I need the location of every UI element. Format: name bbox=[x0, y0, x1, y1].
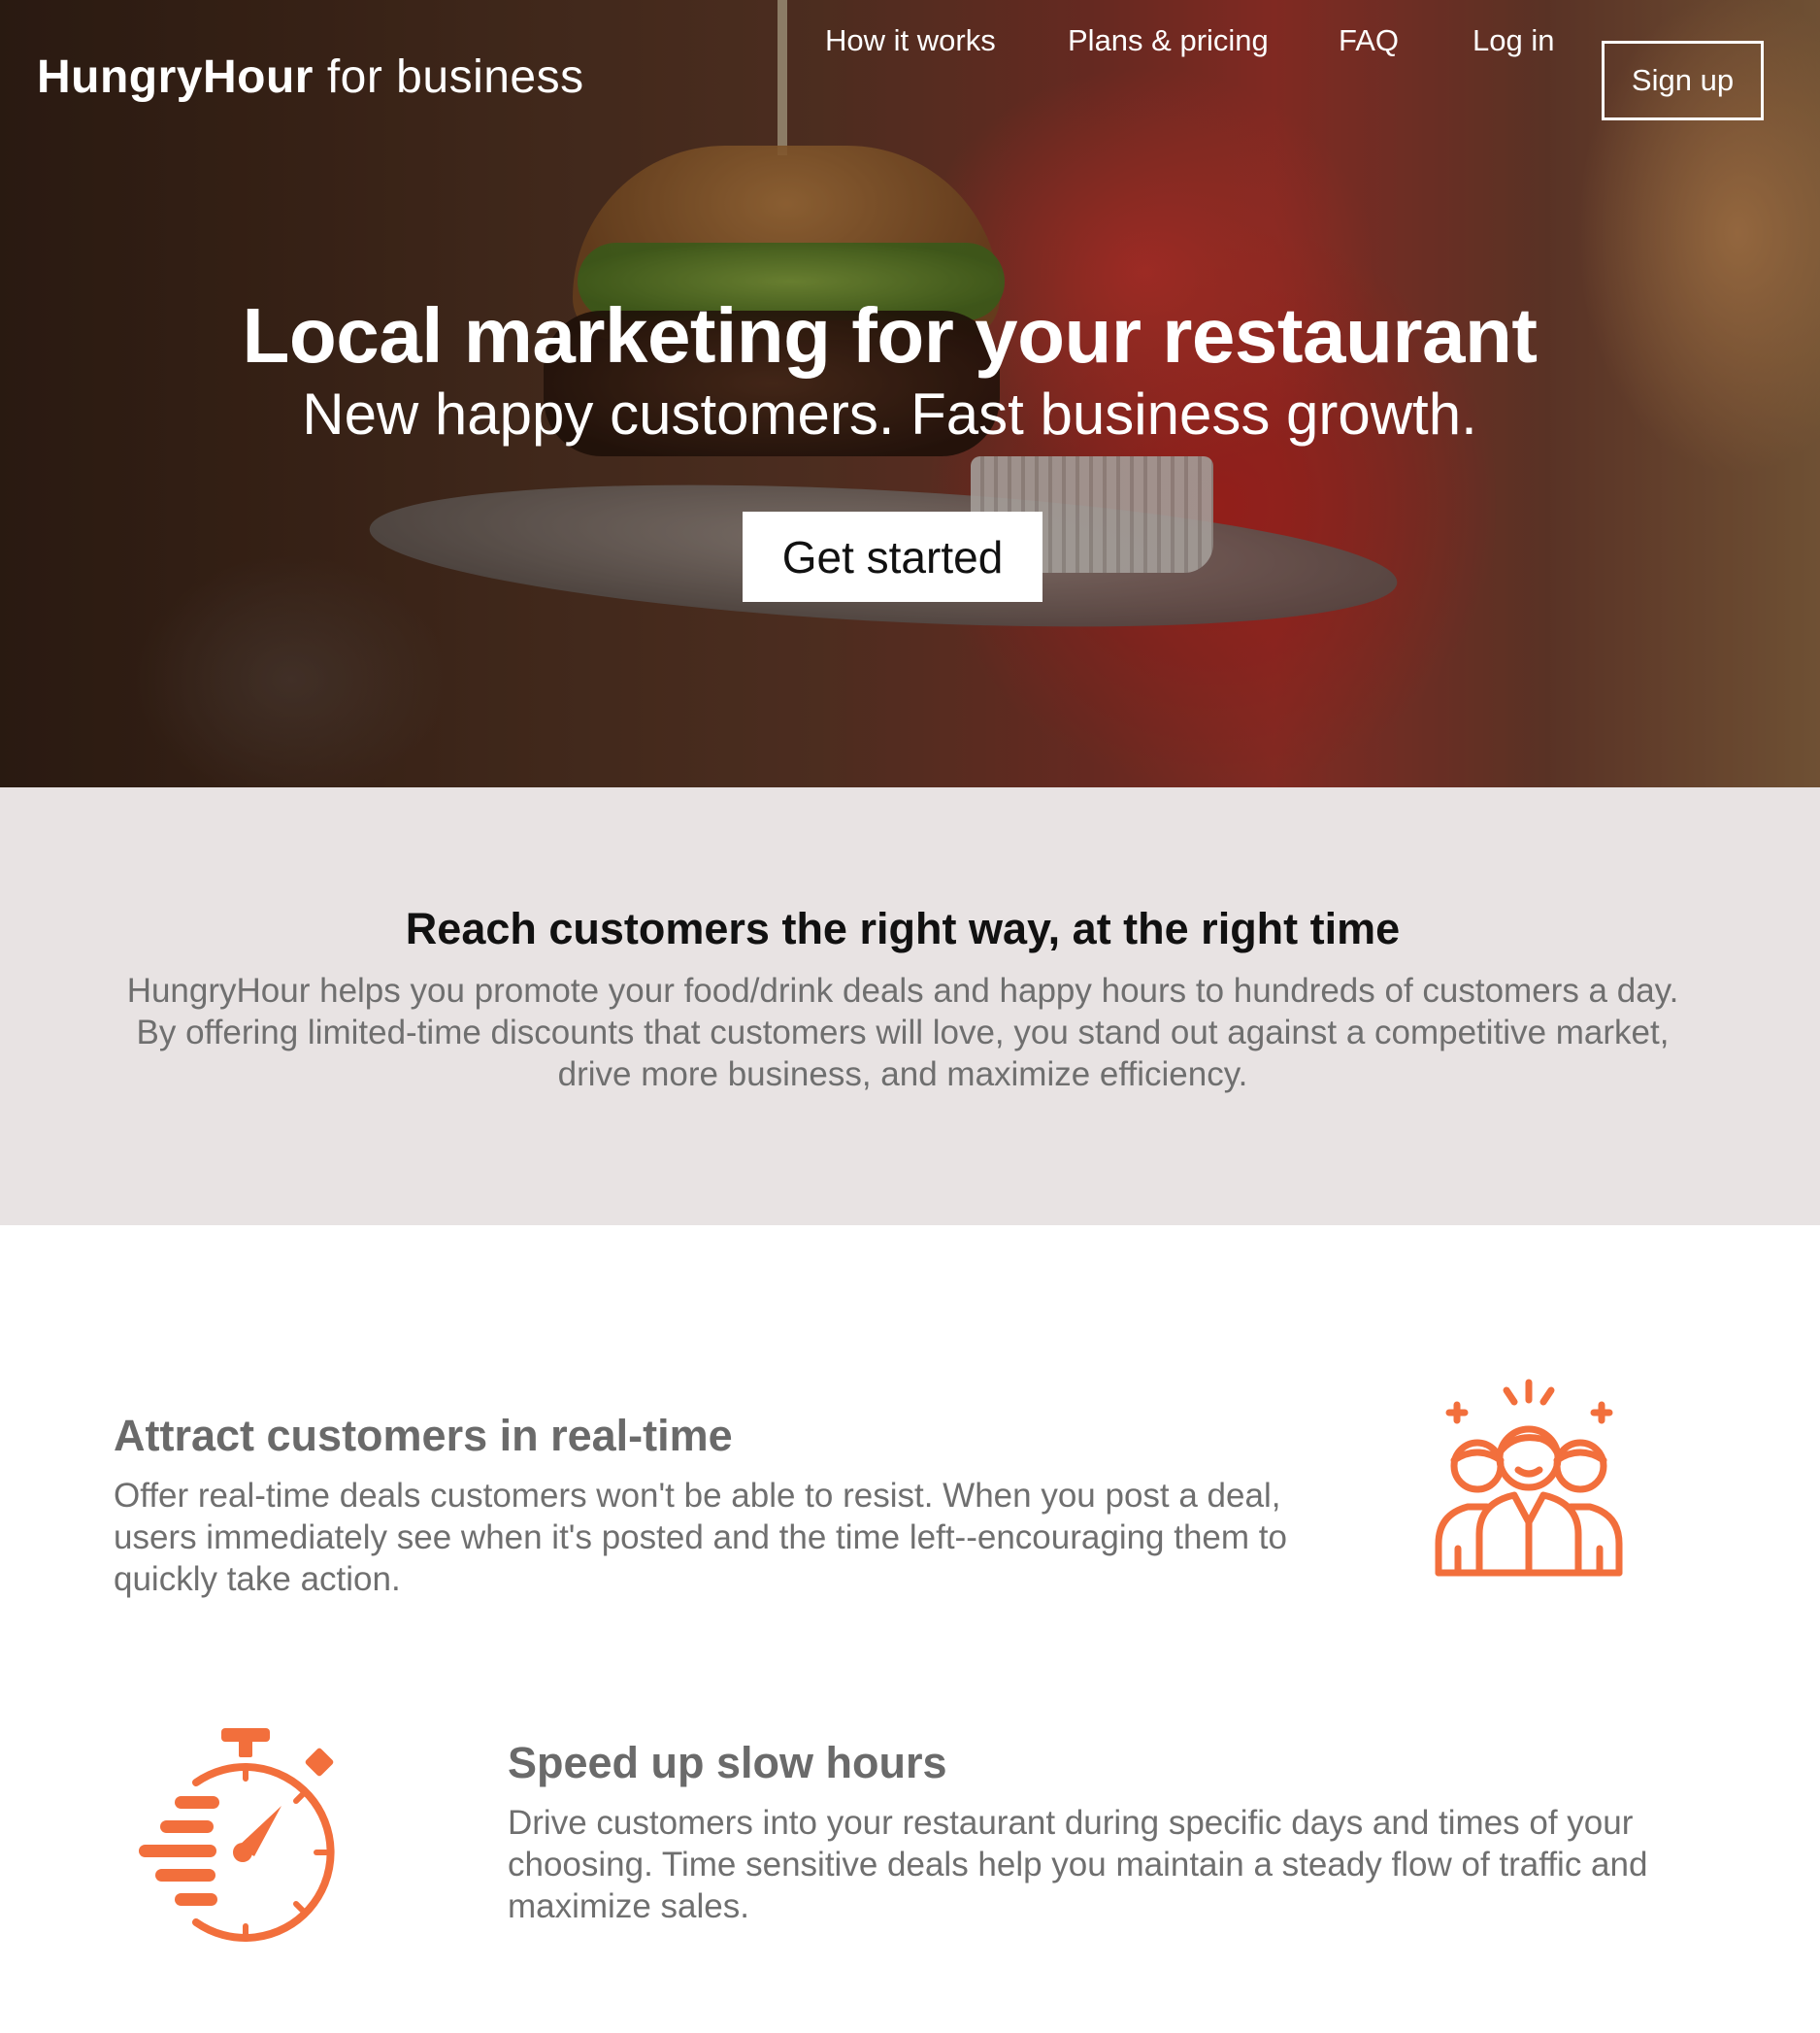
hero-subtitle: New happy customers. Fast business growt… bbox=[302, 382, 1477, 447]
customers-group-icon bbox=[1417, 1379, 1640, 1592]
feature-body: Offer real-time deals customers won't be… bbox=[114, 1477, 1287, 1598]
get-started-button[interactable]: Get started bbox=[743, 512, 1042, 602]
hero-title: Local marketing for your restaurant bbox=[242, 292, 1538, 379]
feature-title: Speed up slow hours bbox=[508, 1738, 947, 1787]
feature-speed-up-slow-hours: Speed up slow hours Drive customers into… bbox=[508, 1738, 1721, 1927]
feature-body: Drive customers into your restaurant dur… bbox=[508, 1804, 1648, 1925]
feature-title: Attract customers in real-time bbox=[114, 1411, 733, 1460]
stopwatch-icon bbox=[136, 1728, 349, 1947]
feature-attract-customers: Attract customers in real-time Offer rea… bbox=[114, 1411, 1317, 1600]
hero-section: HungryHour for business How it works Pla… bbox=[0, 0, 1820, 787]
intro-body: HungryHour helps you promote your food/d… bbox=[126, 972, 1679, 1093]
hero-content: Local marketing for your restaurant New … bbox=[0, 0, 1820, 787]
intro-heading: Reach customers the right way, at the ri… bbox=[405, 904, 1401, 953]
intro-section: Reach customers the right way, at the ri… bbox=[0, 787, 1820, 1225]
